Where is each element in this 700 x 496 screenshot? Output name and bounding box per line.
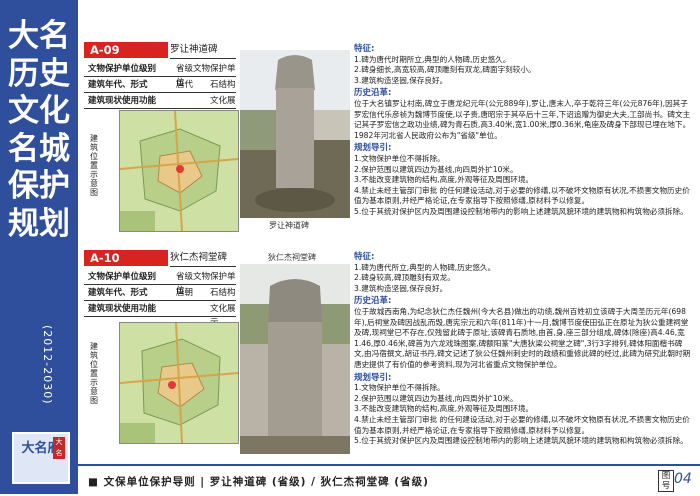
stele-photo [240, 264, 350, 454]
figure-number-label: 图号 [658, 470, 674, 492]
relic-id: A-09 [84, 42, 168, 58]
history-heading: 历史沿革: [354, 296, 392, 307]
description: 特征: 1.碑为唐代所立,典型的人物碑,历史悠久。 2.碑身较高,碑顶雕刻有双龙… [354, 250, 692, 447]
footer-bar: ■ 文保单位保护导则 | 罗让神道碑 (省级) / 狄仁杰祠堂碑 (省级) 图号… [78, 464, 700, 496]
info-key: 文物保护单位级别 [88, 272, 157, 282]
info-key: 建筑年代、形式 [88, 80, 148, 90]
guide-item: 3.不能改变建筑物的结构,高度,外观等征及周围环境。 [354, 404, 534, 414]
feature-item: 2.碑身较高,碑顶雕刻有双龙。 [354, 273, 455, 283]
relic-name: 罗让神道碑 [170, 42, 236, 59]
feature-item: 3.建筑构造坚固,保存良好。 [354, 283, 448, 293]
guide-heading: 规划导引: [354, 372, 392, 383]
location-map [119, 110, 239, 232]
stele-photo [240, 50, 350, 218]
photo-caption: 罗让神道碑 [269, 221, 309, 230]
history-text: 位于大名镇罗让村南,碑立于唐龙纪元年(公元889年),罗让,唐末人,卒于乾符三年… [354, 98, 691, 140]
logo-stamp: 大名 [53, 437, 65, 459]
guide-item: 5.位于其统对保护区内及周围建设控制地带内的影响上述建筑风貌环境的建筑物和构筑物… [354, 436, 688, 446]
info-value: 唐代 [176, 80, 194, 90]
photo-caption: 狄仁杰祠堂碑 [268, 253, 316, 262]
info-row-level: 文物保护单位级别 省级文物保护单位 [84, 270, 236, 296]
guide-item: 5.位于其统对保护区内及周围建设控制地带内的影响上述建筑风貌环境的建筑物和构筑物… [354, 206, 688, 216]
info-key: 文物保护单位级别 [88, 64, 157, 74]
info-value: 石结构 [210, 80, 236, 90]
info-row-level: 文物保护单位级别 省级文物保护单位 [84, 62, 236, 88]
info-key: 建筑现状使用功能 [88, 96, 157, 106]
feature-item: 1.碑为唐代所立,典型的人物碑,历史悠久。 [354, 262, 496, 272]
stele-photo-drawing [240, 50, 350, 218]
info-row-era: 建筑年代、形式 唐朝 石结构 [84, 286, 236, 301]
location-map-drawing [120, 111, 238, 231]
guide-item: 3.不能改变建筑物的结构,高度,外观等征及周围环境。 [354, 175, 534, 185]
guide-item: 2.保护范围以建筑四边为基线,向四周外扩10米。 [354, 164, 518, 174]
feature-item: 1.碑为唐代时期所立,典型的人物碑,历史悠久。 [354, 54, 511, 64]
logo: 大名府 大名 [12, 432, 70, 484]
guide-heading: 规划导引: [354, 143, 392, 154]
relic-name: 狄仁杰祠堂碑 [170, 250, 236, 267]
info-value: 唐朝 [176, 288, 194, 298]
guide-item: 1.文物保护单位不得拆除。 [354, 383, 445, 393]
location-map [119, 322, 239, 444]
guide-item: 4.禁止未经主管部门审批 的任何建设活动,对于必要的修缮,以不破坏文物原有状况,… [354, 414, 690, 435]
map-caption: 建筑位置示意图 [90, 134, 98, 197]
map-caption: 建筑位置示意图 [90, 342, 98, 405]
page-number: 04 [674, 471, 692, 487]
sidebar: 大名历史文化名城保护规划 (2012-2030) 大名府 大名 [0, 0, 78, 494]
history-text: 位于故城西南角,为纪念狄仁杰任魏州(今大名县)做出的功绩,魏州百姓初立该碑于大周… [354, 306, 691, 369]
info-row-use: 建筑现状使用功能 文化展示 [84, 302, 236, 328]
info-row-use: 建筑现状使用功能 文化展示 [84, 94, 236, 120]
sidebar-years: (2012-2030) [41, 325, 54, 405]
info-row-era: 建筑年代、形式 唐代 石结构 [84, 78, 236, 93]
relic-section-a10: A-10 狄仁杰祠堂碑 文物保护单位级别 省级文物保护单位 建筑年代、形式 唐朝… [84, 250, 694, 460]
features-heading: 特征: [354, 44, 375, 54]
relic-section-a09: A-09 罗让神道碑 文物保护单位级别 省级文物保护单位 建筑年代、形式 唐代 … [84, 42, 694, 232]
feature-item: 3.建筑构造坚固,保存良好。 [354, 75, 448, 85]
sidebar-title: 大名历史文化名城保护规划 [8, 18, 70, 242]
description: 特征: 1.碑为唐代时期所立,典型的人物碑,历史悠久。 2.碑身细长,高宽较高,… [354, 42, 692, 218]
page: 大名历史文化名城保护规划 (2012-2030) 大名府 大名 A-09 罗让神… [0, 0, 700, 496]
footer-text: ■ 文保单位保护导则 | 罗让神道碑 (省级) / 狄仁杰祠堂碑 (省级) [88, 476, 429, 488]
relic-id: A-10 [84, 250, 168, 266]
guide-item: 4.禁止未经主管部门审批 的任何建设活动,对于必要的修缮,以不破坏文物原有状况,… [354, 185, 690, 206]
guide-item: 1.文物保护单位不得拆除。 [354, 153, 445, 163]
location-map-drawing [120, 323, 238, 443]
features-heading: 特征: [354, 252, 375, 262]
info-value: 石结构 [210, 288, 236, 298]
history-heading: 历史沿革: [354, 88, 392, 99]
feature-item: 2.碑身细长,高宽较高,碑顶雕刻有双龙,碑面字刻较小。 [354, 65, 536, 75]
info-key: 建筑年代、形式 [88, 288, 148, 298]
stele-photo-drawing [240, 264, 350, 454]
info-key: 建筑现状使用功能 [88, 304, 157, 314]
guide-item: 2.保护范围以建筑四边为基线,向四周外扩10米。 [354, 393, 518, 403]
